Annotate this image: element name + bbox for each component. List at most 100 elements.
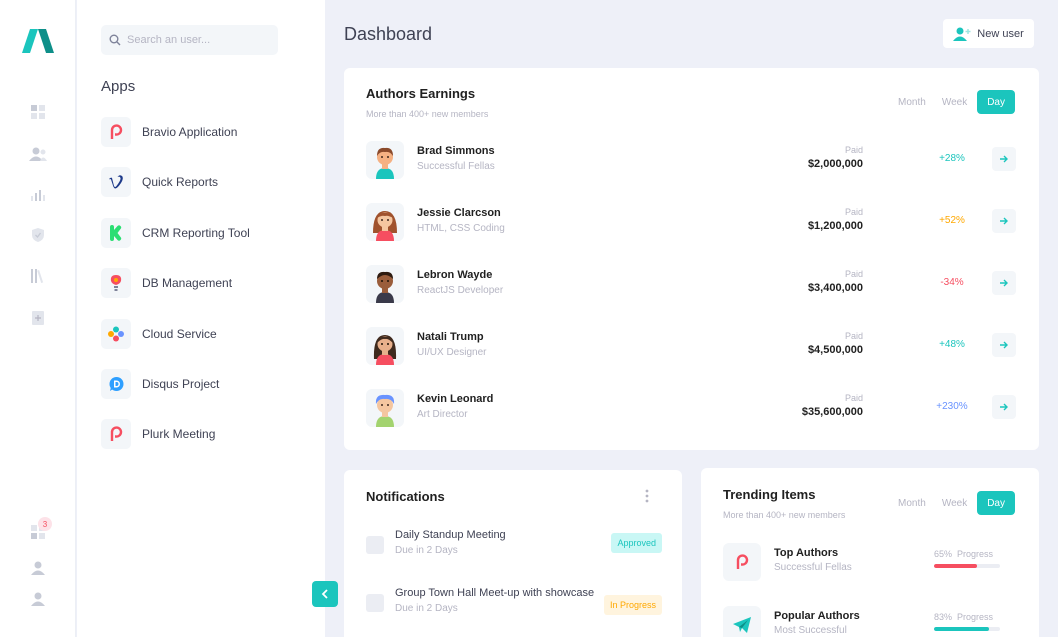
tab-month[interactable]: Month [892, 90, 932, 114]
notification-item: Group Town Hall Meet-up with showcase Du… [366, 587, 662, 623]
author-row: Natali Trump UI/UX Designer Paid $4,500,… [366, 327, 1018, 367]
paid-amount: $3,400,000 [807, 282, 863, 294]
progress-bar [934, 564, 1000, 568]
paid-label: Paid [844, 269, 863, 279]
notification-title: Daily Standup Meeting [395, 529, 506, 541]
trending-item-sub: Successful Fellas [774, 562, 852, 573]
notification-due: Due in 2 Days [395, 545, 458, 556]
view-author-button[interactable] [992, 209, 1016, 233]
author-role: Art Director [417, 409, 468, 420]
avatar [366, 141, 404, 179]
trending-item-sub: Most Successful [774, 625, 847, 636]
authors-earnings-card: Authors Earnings More than 400+ new memb… [344, 68, 1039, 450]
author-row: Kevin Leonard Art Director Paid $35,600,… [366, 389, 1018, 429]
app-label: Disqus Project [142, 377, 220, 391]
add-file-icon[interactable] [28, 308, 48, 328]
dashboard-icon[interactable] [28, 102, 48, 122]
user-account-icon[interactable] [28, 589, 48, 609]
view-author-button[interactable] [992, 395, 1016, 419]
avatar [366, 265, 404, 303]
users-icon[interactable] [28, 144, 48, 164]
tab-week[interactable]: Week [936, 491, 973, 515]
library-icon[interactable] [28, 266, 48, 286]
task-checkbox[interactable] [366, 536, 384, 554]
avatar [366, 327, 404, 365]
status-badge: Approved [611, 533, 662, 553]
progress-fill [934, 627, 989, 631]
bravio-icon [723, 543, 761, 581]
paid-amount: $4,500,000 [807, 344, 863, 356]
notifications-title: Notifications [366, 489, 445, 504]
icon-rail: 3 [0, 0, 76, 637]
apps-title: Apps [101, 78, 136, 95]
vimeo-icon [101, 167, 131, 197]
author-name: Kevin Leonard [417, 393, 494, 405]
chevron-left-icon [321, 589, 328, 599]
author-role: UI/UX Designer [417, 347, 487, 358]
view-author-button[interactable] [992, 333, 1016, 357]
change-percent: +52% [939, 215, 965, 226]
progress-percent: 65% [934, 549, 953, 559]
trending-title: Trending Items [723, 487, 816, 502]
authors-earnings-title: Authors Earnings [366, 86, 476, 101]
paid-label: Paid [844, 207, 863, 217]
app-item-quick-reports[interactable]: Quick Reports [101, 166, 301, 198]
chart-icon[interactable] [28, 185, 48, 205]
author-row: Brad Simmons Successful Fellas Paid $2,0… [366, 141, 1018, 181]
user-search[interactable] [101, 25, 278, 55]
progress-text: 65% Progress [934, 549, 993, 559]
author-role: ReactJS Developer [417, 285, 504, 296]
authors-period-tabs: Month Week Day [888, 90, 1015, 114]
new-user-button[interactable]: New user [943, 19, 1034, 48]
user-profile-icon[interactable] [28, 558, 48, 578]
progress-fill [934, 564, 977, 568]
notification-due: Due in 2 Days [395, 603, 458, 614]
notification-title: Group Town Hall Meet-up with showcase [395, 587, 595, 599]
db-icon [101, 268, 131, 298]
progress-label: Progress [957, 549, 994, 559]
tab-day[interactable]: Day [977, 90, 1015, 114]
tab-month[interactable]: Month [892, 491, 932, 515]
disqus-icon [101, 369, 131, 399]
plurk-icon [101, 419, 131, 449]
trending-subtitle: More than 400+ new members [723, 510, 846, 520]
progress-percent: 83% [934, 612, 953, 622]
authors-earnings-subtitle: More than 400+ new members [366, 109, 489, 119]
view-author-button[interactable] [992, 147, 1016, 171]
logo-icon[interactable] [22, 29, 54, 53]
trending-items-card: Trending Items More than 400+ new member… [701, 468, 1039, 637]
app-item-plurk[interactable]: Plurk Meeting [101, 418, 301, 450]
view-author-button[interactable] [992, 271, 1016, 295]
app-item-disqus[interactable]: Disqus Project [101, 368, 301, 400]
new-user-label: New user [977, 27, 1024, 40]
task-checkbox[interactable] [366, 594, 384, 612]
more-options-icon[interactable] [644, 488, 650, 504]
add-user-icon [953, 27, 971, 41]
search-input[interactable] [127, 34, 267, 46]
trending-item: Popular Authors Most Successful 83% Prog… [723, 606, 1019, 637]
cloud-icon [101, 319, 131, 349]
avatar [366, 389, 404, 427]
bravio-icon [101, 117, 131, 147]
arrow-right-icon [1000, 341, 1008, 349]
arrow-right-icon [1000, 217, 1008, 225]
app-item-crm-reporting[interactable]: CRM Reporting Tool [101, 217, 301, 249]
tab-day[interactable]: Day [977, 491, 1015, 515]
search-icon [109, 34, 121, 46]
trending-period-tabs: Month Week Day [888, 491, 1015, 515]
notification-item: Daily Standup Meeting Due in 2 Days Appr… [366, 529, 662, 565]
progress-label: Progress [957, 612, 994, 622]
paid-label: Paid [844, 145, 863, 155]
app-item-cloud-service[interactable]: Cloud Service [101, 318, 301, 350]
tab-week[interactable]: Week [936, 90, 973, 114]
app-label: CRM Reporting Tool [142, 226, 250, 240]
author-role: HTML, CSS Coding [417, 223, 505, 234]
collapse-panel-button[interactable] [312, 581, 338, 607]
author-role: Successful Fellas [417, 161, 495, 172]
app-item-db-management[interactable]: DB Management [101, 267, 301, 299]
author-row: Jessie Clarcson HTML, CSS Coding Paid $1… [366, 203, 1018, 243]
change-percent: +230% [936, 401, 968, 412]
shield-icon[interactable] [28, 225, 48, 245]
notification-count-badge: 3 [38, 517, 52, 531]
app-item-bravio[interactable]: Bravio Application [101, 116, 301, 148]
